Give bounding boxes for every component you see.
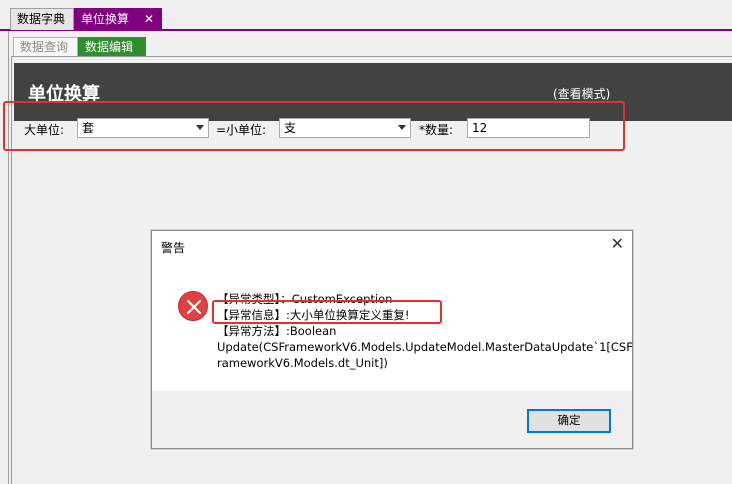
- quantity-value: 12: [472, 121, 488, 135]
- top-tab-strip: 数据字典 单位换算 ✕: [0, 0, 732, 31]
- tab-data-edit[interactable]: 数据编辑: [78, 37, 146, 57]
- dialog-titlebar: 警告 ✕: [152, 231, 632, 259]
- quantity-input[interactable]: 12: [467, 118, 590, 138]
- big-unit-label: 大单位:: [24, 123, 65, 137]
- error-method-line-2: Update(CSFrameworkV6.Models.UpdateModel.…: [217, 340, 633, 354]
- dialog-title: 警告: [161, 241, 186, 255]
- tab-label: 数据字典: [17, 12, 66, 26]
- small-unit-select[interactable]: 支: [279, 118, 411, 138]
- quantity-label: *数量:: [419, 123, 454, 137]
- warning-dialog: 警告 ✕ 【异常类型】：CustomException 【异常信息】:大小单位换…: [151, 230, 633, 449]
- tab-label: 单位换算: [81, 12, 130, 26]
- close-icon[interactable]: ✕: [144, 9, 154, 30]
- close-icon[interactable]: ✕: [611, 236, 624, 252]
- chevron-down-icon: [196, 125, 204, 130]
- subtab-label: 数据查询: [20, 40, 69, 54]
- error-method-line: 【异常方法】:Boolean: [217, 324, 337, 338]
- dialog-footer: 确定: [152, 391, 632, 448]
- highlight-box-message: [212, 300, 442, 324]
- big-unit-value: 套: [82, 121, 95, 135]
- error-icon: [178, 291, 208, 321]
- ok-button[interactable]: 确定: [527, 409, 611, 433]
- tab-data-query[interactable]: 数据查询: [13, 37, 78, 57]
- subtab-label: 数据编辑: [85, 40, 134, 54]
- big-unit-select[interactable]: 套: [77, 118, 209, 138]
- small-unit-label: =小单位:: [216, 123, 267, 137]
- tab-data-dictionary[interactable]: 数据字典: [10, 8, 74, 30]
- chevron-down-icon: [398, 125, 406, 130]
- dialog-body: 【异常类型】：CustomException 【异常信息】:大小单位换算定义重复…: [152, 259, 633, 391]
- small-unit-value: 支: [284, 121, 297, 135]
- tab-unit-conversion[interactable]: 单位换算 ✕: [74, 8, 162, 30]
- mode-label: (查看模式): [553, 87, 611, 101]
- error-method-line-3: rameworkV6.Models.dt_Unit]): [217, 356, 388, 370]
